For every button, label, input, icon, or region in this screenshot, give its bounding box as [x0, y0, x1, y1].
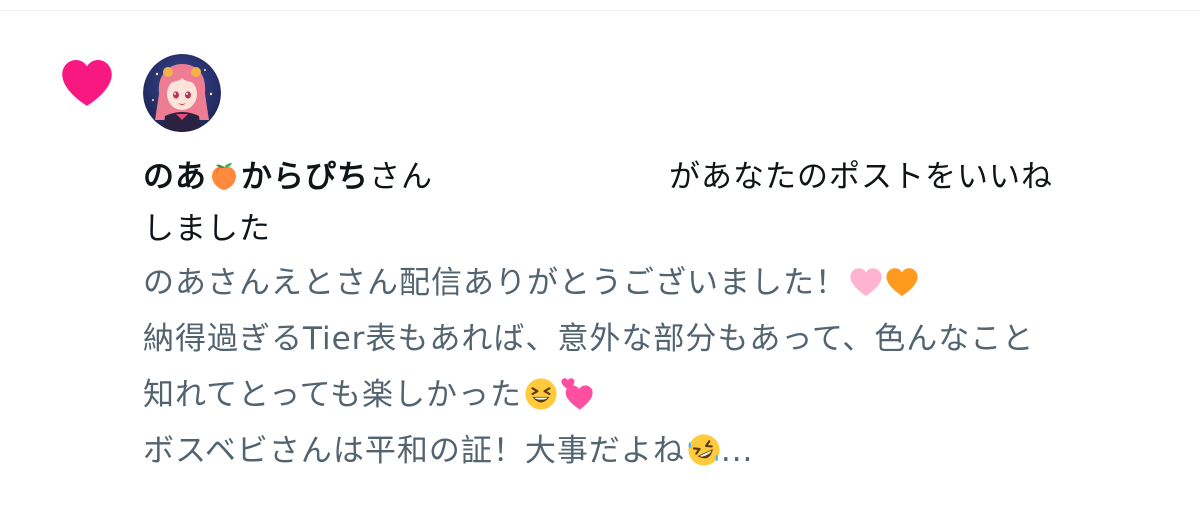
user-name-part2: からぴち — [241, 159, 369, 195]
action-text-1: があなたのポストをいいね — [669, 159, 1053, 195]
like-notification[interactable]: のあ からぴちさん があなたのポストをいいねしました のあさんえとさん配信ありがとう… — [0, 11, 1200, 510]
action-text-2: しました — [143, 211, 271, 247]
post-line: のあさんえとさん配信ありがとうございました！ — [143, 255, 1168, 311]
post-line: ボスベビさんは平和の証！大事だよね... — [143, 423, 1168, 479]
notification-headline: のあ からぴちさん があなたのポストをいいねしました — [143, 151, 1168, 255]
grinning-squinting-face-emoji — [525, 378, 557, 410]
post-line-text: ボスベビさんは平和の証！大事だよね — [143, 433, 685, 469]
post-ellipsis: ... — [720, 433, 754, 469]
post-line-text: 納得過ぎるTier表もあれば、意外な部分もあって、色んなこと — [143, 321, 1035, 357]
heart-icon — [62, 59, 112, 106]
user-name[interactable]: のあ からぴち — [143, 159, 369, 195]
two-hearts-emoji — [561, 378, 593, 410]
post-line: 知れてとっても楽しかった — [143, 367, 1168, 423]
pink-heart-emoji — [850, 268, 882, 297]
notification-content: のあ からぴちさん があなたのポストをいいねしました のあさんえとさん配信ありがとう… — [143, 151, 1168, 479]
peach-emoji — [212, 163, 236, 190]
honorific: さん — [369, 159, 433, 195]
user-avatar[interactable] — [143, 54, 221, 132]
post-line-text: 知れてとっても楽しかった — [143, 377, 523, 413]
rolling-on-floor-laughing-emoji — [688, 434, 720, 466]
orange-heart-emoji — [886, 268, 918, 297]
post-line-text: のあさんえとさん配信ありがとうございました！ — [143, 265, 847, 301]
post-line: 納得過ぎるTier表もあれば、意外な部分もあって、色んなこと — [143, 311, 1168, 367]
user-name-part1: のあ — [143, 159, 207, 195]
post-text[interactable]: のあさんえとさん配信ありがとうございました！ 納得過ぎるTier表もあれば、意外… — [143, 255, 1168, 479]
